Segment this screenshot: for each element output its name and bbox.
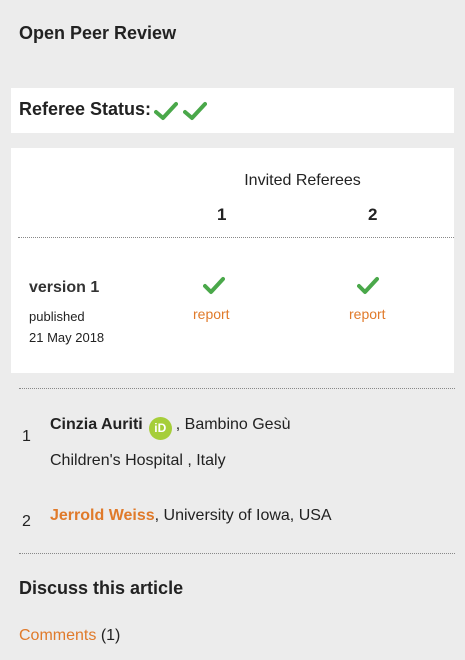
referee-2-report-link[interactable]: report (349, 306, 386, 322)
referee-status-box: Referee Status: (11, 88, 454, 133)
comments-link[interactable]: Comments (19, 627, 96, 644)
version-label: version 1 (29, 279, 100, 296)
approved-check-icon (154, 102, 178, 120)
referee-number: 1 (22, 428, 31, 445)
divider (19, 388, 455, 389)
panel-title: Open Peer Review (19, 23, 177, 43)
comments-count: (1) (100, 627, 121, 644)
orcid-icon[interactable]: iD (148, 417, 172, 440)
referee-status-label: Referee Status: (19, 99, 152, 119)
referee-affiliation: , Bambino Gesù (175, 416, 291, 433)
divider (19, 553, 455, 554)
referee-number-2: 2 (368, 205, 378, 224)
approved-check-icon (183, 102, 207, 120)
discuss-title: Discuss this article (19, 578, 184, 598)
referee-entry-2: 2 Jerrold Weiss, University of Iowa, USA (22, 507, 442, 537)
referee-entry-1: 1 Cinzia Auriti iD, Bambino Gesù Children… (22, 416, 442, 486)
referee-1-approved-icon (203, 277, 225, 294)
referee-table: Invited Referees 1 2 version 1 published… (11, 148, 454, 373)
referee-number-1: 1 (217, 205, 227, 224)
referee-2-approved-icon (357, 277, 379, 294)
referee-affiliation: , University of Iowa, USA (154, 507, 332, 524)
referee-name-link[interactable]: Jerrold Weiss (50, 507, 155, 524)
divider (18, 237, 454, 238)
published-date: 21 May 2018 (29, 330, 105, 345)
comments-line: Comments (1) (19, 627, 120, 645)
invited-referees-header: Invited Referees (244, 172, 361, 189)
referee-name: Cinzia Auriti (50, 416, 143, 433)
referee-number: 2 (22, 513, 31, 530)
published-label: published (29, 309, 85, 324)
referee-1-report-link[interactable]: report (193, 306, 230, 322)
referee-affiliation-line2: Children's Hospital , Italy (50, 452, 226, 469)
